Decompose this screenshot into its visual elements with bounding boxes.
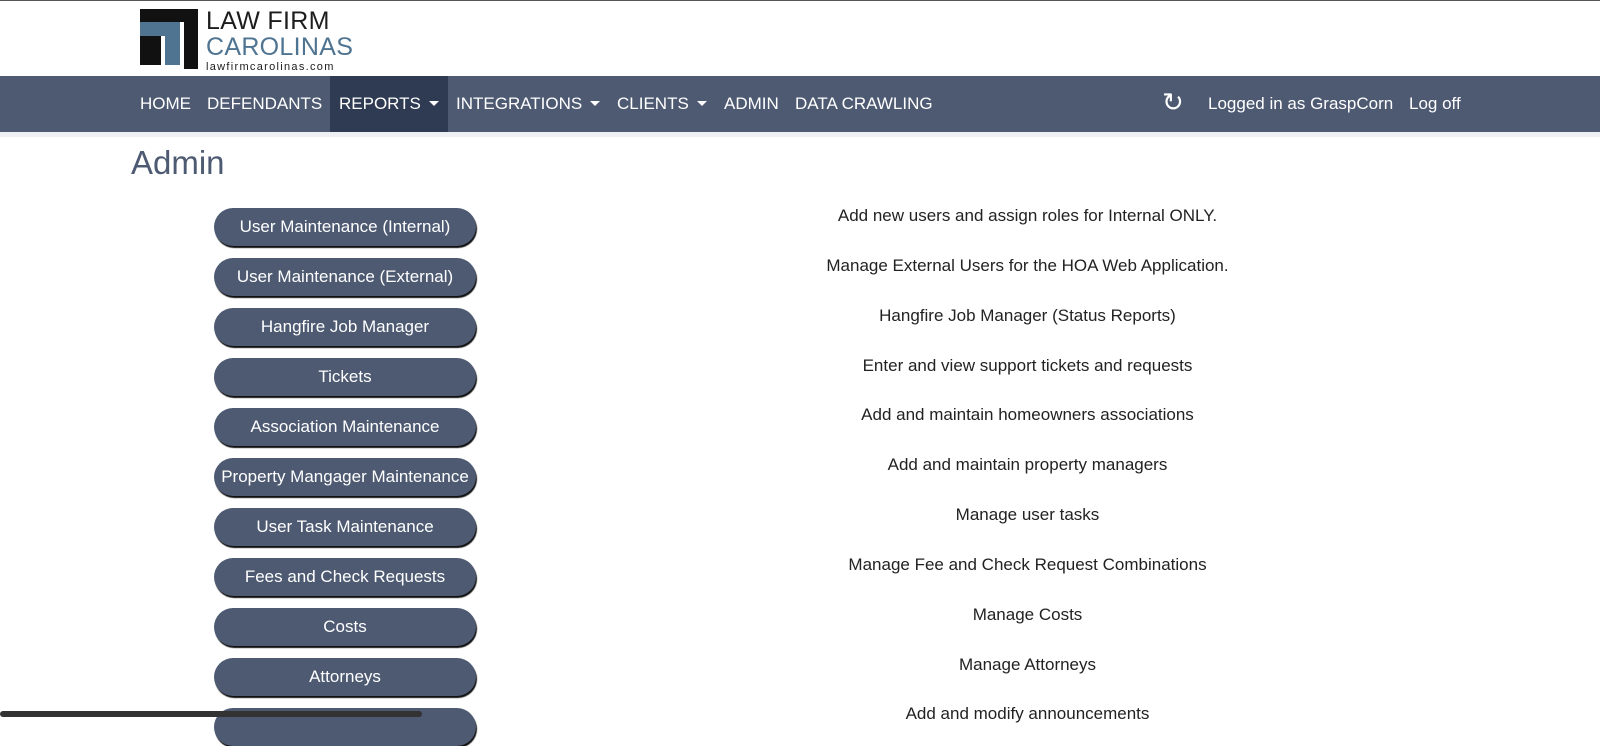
nav-integrations[interactable]: INTEGRATIONS (456, 76, 601, 132)
announcements-description: Add and modify announcements (905, 704, 1150, 723)
nav-home[interactable]: HOME (140, 76, 191, 132)
user-maintenance-internal-button[interactable]: User Maintenance (Internal) (214, 208, 476, 246)
logged-in-user[interactable]: Logged in as GraspCorn (1208, 76, 1393, 132)
user-maintenance-external-description: Manage External Users for the HOA Web Ap… (826, 256, 1229, 275)
user-maintenance-internal-description: Add new users and assign roles for Inter… (837, 206, 1218, 225)
user-task-maintenance-button[interactable]: User Task Maintenance (214, 508, 476, 546)
nav-reports-label: REPORTS (339, 94, 421, 113)
attorneys-button[interactable]: Attorneys (214, 658, 476, 696)
log-off-label: Log off (1409, 94, 1461, 113)
logo-line-1: LAW FIRM (206, 7, 330, 35)
association-maintenance-button[interactable]: Association Maintenance (214, 408, 476, 446)
law-firm-logo[interactable]: LAW FIRM CAROLINAS lawfirmcarolinas.com (140, 9, 353, 73)
tickets-description: Enter and view support tickets and reque… (862, 356, 1193, 375)
property-manager-maintenance-description: Add and maintain property managers (887, 455, 1168, 474)
nav-clients[interactable]: CLIENTS (617, 76, 707, 132)
log-off-link[interactable]: Log off (1409, 76, 1461, 132)
user-maintenance-external-button[interactable]: User Maintenance (External) (214, 258, 476, 296)
logo-line-2: CAROLINAS (206, 33, 354, 61)
costs-button[interactable]: Costs (214, 608, 476, 646)
nav-home-label: HOME (140, 94, 191, 113)
nav-admin[interactable]: ADMIN (724, 76, 779, 132)
fees-and-check-requests-button[interactable]: Fees and Check Requests (214, 558, 476, 596)
logo-text: LAW FIRM CAROLINAS lawfirmcarolinas.com (206, 9, 353, 73)
logged-in-label: Logged in as GraspCorn (1208, 94, 1394, 113)
nav-admin-label: ADMIN (724, 94, 779, 113)
attorneys-description: Manage Attorneys (958, 655, 1097, 674)
horizontal-scrollbar[interactable] (0, 711, 422, 717)
refresh-icon[interactable]: ↻ (1162, 84, 1184, 120)
fees-and-check-requests-description: Manage Fee and Check Request Combination… (848, 555, 1207, 574)
hangfire-job-manager-description: Hangfire Job Manager (Status Reports) (879, 306, 1176, 325)
page-title: Admin (131, 144, 225, 181)
header: LAW FIRM CAROLINAS lawfirmcarolinas.com (0, 1, 1600, 76)
nav-reports[interactable]: REPORTS (330, 76, 448, 132)
chevron-down-icon (428, 101, 439, 106)
property-manager-maintenance-button[interactable]: Property Mangager Maintenance (214, 458, 476, 496)
costs-description: Manage Costs (972, 605, 1083, 624)
logo-domain: lawfirmcarolinas.com (206, 61, 335, 73)
nav-data-crawling-label: DATA CRAWLING (795, 94, 933, 113)
nav-defendants[interactable]: DEFENDANTS (207, 76, 322, 132)
hangfire-job-manager-button[interactable]: Hangfire Job Manager (214, 308, 476, 346)
association-maintenance-description: Add and maintain homeowners associations (861, 405, 1194, 424)
nav-integrations-label: INTEGRATIONS (456, 94, 583, 113)
main-navbar: HOME DEFENDANTS REPORTS INTEGRATIONS CLI… (0, 76, 1600, 132)
nav-clients-label: CLIENTS (617, 94, 689, 113)
nav-divider (0, 132, 1600, 137)
logo-mark-icon (140, 9, 198, 69)
chevron-down-icon (590, 101, 601, 106)
tickets-button[interactable]: Tickets (214, 358, 476, 396)
user-task-maintenance-description: Manage user tasks (955, 505, 1100, 524)
chevron-down-icon (696, 101, 707, 106)
nav-data-crawling[interactable]: DATA CRAWLING (795, 76, 933, 132)
nav-defendants-label: DEFENDANTS (207, 94, 323, 113)
